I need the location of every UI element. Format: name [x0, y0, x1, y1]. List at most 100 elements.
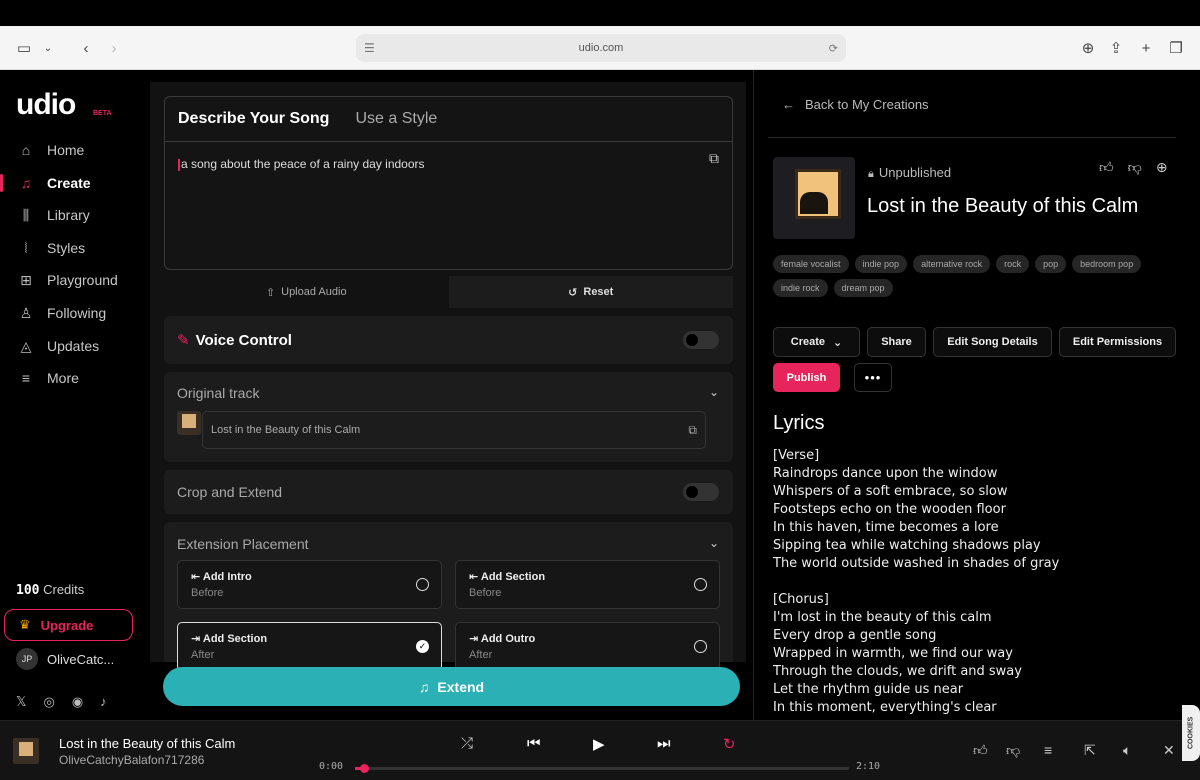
option-add-outro-after[interactable]: ⇥ Add Outro After: [455, 622, 720, 671]
arrow-left-icon: ←: [782, 97, 795, 112]
thumbs-down-icon[interactable]: 👎︎: [1128, 159, 1142, 176]
sidebar-item-updates[interactable]: ◬ Updates: [0, 331, 150, 361]
tag[interactable]: indie pop: [854, 255, 908, 273]
share-icon[interactable]: ⇪: [1104, 36, 1128, 60]
publish-button[interactable]: Publish: [773, 363, 840, 392]
lyric-line: Every drop a gentle song: [773, 628, 937, 643]
waveform-icon: ⦚: [24, 239, 28, 256]
copy-icon[interactable]: ⧉: [688, 423, 697, 438]
create-menu-button[interactable]: Create ⌄: [773, 327, 860, 357]
sidebar-item-following[interactable]: ♙ Following: [0, 298, 150, 328]
chevron-down-icon[interactable]: ⌄: [709, 385, 719, 399]
next-icon[interactable]: ⏭︎: [657, 735, 671, 752]
back-to-creations-link[interactable]: ← Back to My Creations: [782, 97, 929, 112]
tag[interactable]: pop: [1035, 255, 1067, 273]
discord-icon[interactable]: ◉: [72, 694, 83, 710]
radio-icon: [416, 578, 429, 591]
previous-icon[interactable]: ⏮︎: [527, 735, 541, 752]
song-title: Lost in the Beauty of this Calm: [867, 195, 1139, 217]
reset-icon: ↺: [568, 286, 578, 299]
sidebar-item-more[interactable]: ≡ More: [0, 363, 150, 393]
tag[interactable]: indie rock: [773, 279, 828, 297]
upgrade-button[interactable]: ♛ Upgrade: [4, 609, 133, 641]
shuffle-icon[interactable]: ⤮: [461, 735, 473, 752]
sidebar-item-create[interactable]: ♫ Create: [0, 168, 150, 198]
top-black-bar: [0, 0, 1200, 26]
player-thumbnail: [13, 738, 39, 764]
voice-control-panel: ✎ Voice Control: [164, 316, 733, 364]
instagram-icon[interactable]: ◎: [43, 694, 54, 710]
play-icon[interactable]: ▶︎: [593, 735, 605, 753]
cookies-tab[interactable]: COOKIES: [1182, 705, 1200, 761]
duration: 2:10: [856, 761, 881, 772]
volume-icon[interactable]: 🔈︎: [1123, 742, 1131, 759]
address-bar[interactable]: ☰ udio.com ⟳: [356, 34, 846, 62]
option-add-section-before[interactable]: ⇤ Add Section Before: [455, 560, 720, 609]
download-icon[interactable]: ⊕: [1076, 36, 1100, 60]
sidebar-item-library[interactable]: ⫼ Library: [0, 200, 150, 230]
sidebar-item-home[interactable]: ⌂ Home: [0, 135, 150, 165]
page-icon: ☰: [364, 41, 375, 55]
original-track-field: Lost in the Beauty of this Calm ⧉: [202, 411, 706, 449]
close-icon[interactable]: ✕: [1163, 742, 1175, 759]
back-arrow-icon[interactable]: ‹: [74, 36, 98, 60]
lyric-line: In this haven, time becomes a lore: [773, 520, 999, 535]
username: OliveCatc...: [47, 651, 115, 667]
option-add-section-after[interactable]: ⇥ Add Section After ✓: [177, 622, 442, 671]
queue-icon[interactable]: ≡: [1044, 742, 1052, 758]
progress-handle[interactable]: [359, 764, 369, 773]
lyric-line: In this moment, everything's clear: [773, 700, 997, 715]
browser-toolbar: ▭ ⌄ ‹ › ☰ udio.com ⟳ ⊕ ⇪ + ❐: [0, 26, 1200, 70]
edit-song-details-button[interactable]: Edit Song Details: [933, 327, 1052, 357]
extend-button[interactable]: ♫ Extend: [163, 667, 740, 706]
lyric-line: Whispers of a soft embrace, so slow: [773, 484, 1008, 499]
tab-use-a-style[interactable]: Use a Style: [342, 110, 450, 128]
crop-extend-toggle[interactable]: [683, 483, 719, 501]
tiktok-icon[interactable]: ♪: [100, 694, 107, 710]
player-song-title[interactable]: Lost in the Beauty of this Calm: [59, 736, 235, 751]
reset-button[interactable]: ↺ Reset: [448, 276, 733, 308]
arrow-left-bar-icon: ⇤: [191, 571, 203, 583]
tag[interactable]: bedroom pop: [1072, 255, 1142, 273]
forward-arrow-icon[interactable]: ›: [102, 36, 126, 60]
chevron-down-icon[interactable]: ⌄: [36, 36, 60, 60]
sidebar-item-playground[interactable]: ⊞ Playground: [0, 265, 150, 295]
add-circle-icon[interactable]: ⊕: [1156, 159, 1168, 176]
tag[interactable]: dream pop: [833, 279, 893, 297]
lyric-line: Sipping tea while watching shadows play: [773, 538, 1041, 553]
user-menu[interactable]: JP OliveCatc...: [16, 648, 114, 670]
tabs-overview-icon[interactable]: ❐: [1164, 36, 1188, 60]
tag[interactable]: alternative rock: [913, 255, 991, 273]
tag[interactable]: female vocalist: [773, 255, 849, 273]
prompt-input[interactable]: a song about the peace of a rainy day in…: [178, 157, 425, 171]
upload-audio-button[interactable]: ⇧ Upload Audio: [164, 276, 449, 308]
translate-reload-icon[interactable]: ⟳: [829, 42, 838, 55]
repeat-icon[interactable]: ↻: [723, 735, 736, 753]
thumbs-up-icon[interactable]: 👍︎: [973, 742, 988, 759]
song-details-panel: ← Back to My Creations 🔒︎ Unpublished Lost…: [754, 70, 1200, 720]
radio-icon: [694, 578, 707, 591]
external-link-icon[interactable]: ⇱: [1084, 742, 1096, 759]
progress-slider[interactable]: [355, 764, 849, 773]
menu-icon: ≡: [21, 370, 31, 386]
thumbs-up-icon[interactable]: 👍︎: [1099, 159, 1114, 176]
x-icon[interactable]: 𝕏: [16, 694, 26, 710]
tab-describe-your-song[interactable]: Describe Your Song: [165, 110, 342, 128]
sidebar-item-styles[interactable]: ⦚ Styles: [0, 233, 150, 263]
chevron-down-icon[interactable]: ⌄: [709, 536, 719, 550]
player-artist[interactable]: OliveCatchyBalafon717286: [59, 753, 204, 767]
voice-control-toggle[interactable]: [683, 331, 719, 349]
tag[interactable]: rock: [996, 255, 1030, 273]
share-button[interactable]: Share: [867, 327, 926, 357]
chevron-down-icon: ⌄: [833, 336, 843, 349]
edit-permissions-button[interactable]: Edit Permissions: [1059, 327, 1176, 357]
copy-icon[interactable]: ⧉: [709, 150, 719, 167]
more-options-icon[interactable]: •••: [854, 363, 892, 392]
sidebar-toggle-icon[interactable]: ▭: [12, 36, 36, 60]
logo[interactable]: udio: [16, 88, 76, 122]
thumbs-down-icon[interactable]: 👎︎: [1006, 742, 1020, 759]
voice-control-title: ✎ Voice Control: [177, 332, 292, 349]
new-tab-icon[interactable]: +: [1134, 36, 1158, 60]
option-add-intro-before[interactable]: ⇤ Add Intro Before: [177, 560, 442, 609]
text-cursor: [178, 158, 180, 171]
